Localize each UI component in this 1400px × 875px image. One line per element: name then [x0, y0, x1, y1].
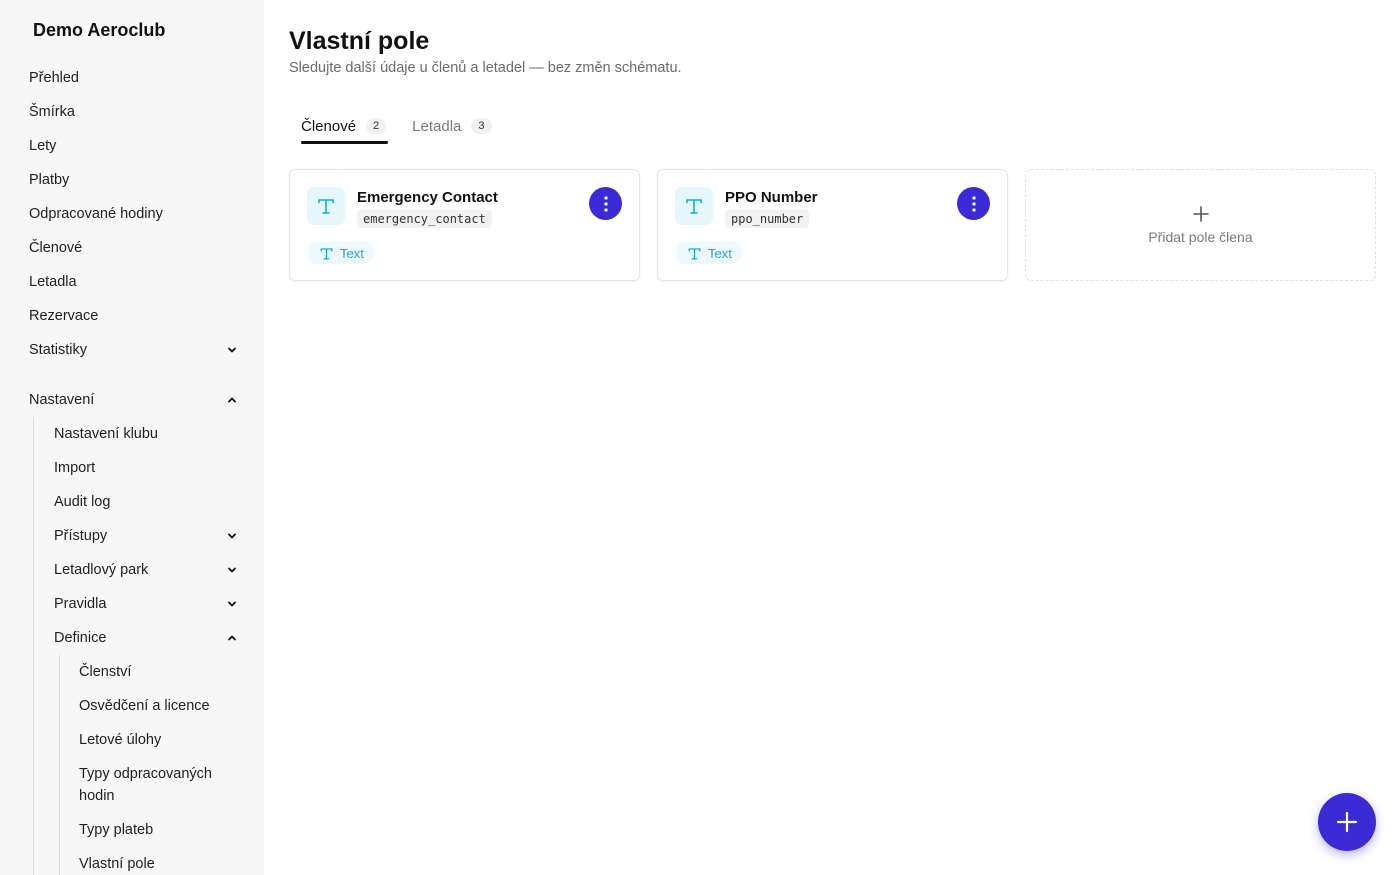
field-menu-button[interactable]	[957, 187, 990, 220]
page-subtitle: Sledujte další údaje u členů a letadel —…	[289, 60, 682, 76]
field-type-label: Text	[340, 245, 364, 261]
more-vertical-icon	[603, 195, 608, 212]
page-title: Vlastní pole	[289, 27, 430, 55]
sidebar-item-label: Nastavení klubu	[54, 426, 158, 442]
sidebar-item-nastaveni[interactable]: Nastavení	[0, 383, 264, 417]
sidebar-item-prehled[interactable]: Přehled	[0, 61, 264, 95]
tab-count-badge: 3	[471, 118, 492, 134]
field-type-label: Text	[708, 245, 732, 261]
sidebar-item-nastaveni-klubu[interactable]: Nastavení klubu	[0, 417, 264, 451]
field-name: Emergency Contact	[357, 189, 498, 206]
field-key: ppo_number	[725, 210, 810, 228]
sidebar-item-label: Nastavení	[29, 392, 95, 408]
sidebar-item-label: Přehled	[29, 70, 79, 86]
chevron-down-icon	[224, 596, 240, 612]
tab-letadla[interactable]: Letadla 3	[412, 108, 492, 144]
add-field-fab[interactable]	[1318, 793, 1376, 851]
sidebar-item-platby[interactable]: Platby	[0, 163, 264, 197]
sidebar-item-label: Import	[54, 460, 96, 476]
tab-label: Členové	[301, 117, 357, 135]
sidebar-item-label: Letadla	[29, 274, 77, 290]
chevron-down-icon	[224, 562, 240, 578]
sidebar-item-label: Rezervace	[29, 308, 99, 324]
plus-icon	[1192, 206, 1209, 222]
sidebar-item-label: Přístupy	[54, 528, 108, 544]
sidebar-item-label: Vlastní pole	[79, 856, 155, 872]
brand-name: Demo Aeroclub	[33, 20, 166, 40]
add-field-label: Přidat pole člena	[1148, 229, 1253, 245]
field-card-ppo-number[interactable]: PPO Number ppo_number Text	[657, 169, 1008, 281]
field-card-emergency-contact[interactable]: Emergency Contact emergency_contact Text	[289, 169, 640, 281]
sidebar-item-label: Audit log	[54, 494, 111, 510]
sidebar-item-label: Šmírka	[29, 104, 75, 120]
sidebar-item-odpracovane-hodiny[interactable]: Odpracované hodiny	[0, 197, 264, 231]
sidebar-item-pravidla[interactable]: Pravidla	[0, 587, 264, 621]
field-name: PPO Number	[725, 189, 818, 206]
definitions-submenu: Členství Osvědčení a licence Letové úloh…	[0, 655, 264, 875]
text-type-icon	[320, 247, 333, 259]
sidebar-item-definice[interactable]: Definice	[0, 621, 264, 655]
tab-label: Letadla	[412, 117, 462, 135]
tab-clenove[interactable]: Členové 2	[301, 108, 389, 144]
sidebar: Demo Aeroclub Přehled Šmírka Lety Platby…	[0, 0, 264, 875]
sidebar-item-typy-plateb[interactable]: Typy plateb	[0, 813, 264, 847]
sidebar-item-statistiky[interactable]: Statistiky	[0, 333, 264, 367]
sidebar-item-label: Lety	[29, 138, 57, 154]
sidebar-item-label: Typy odpracovaných hodin	[79, 766, 212, 804]
sidebar-item-rezervace[interactable]: Rezervace	[0, 299, 264, 333]
sidebar-item-label: Platby	[29, 172, 70, 188]
sidebar-item-audit-log[interactable]: Audit log	[0, 485, 264, 519]
sidebar-item-clenstvi[interactable]: Členství	[0, 655, 264, 689]
sidebar-item-label: Členové	[29, 240, 83, 256]
text-type-icon	[307, 187, 345, 225]
chevron-down-icon	[224, 528, 240, 544]
more-vertical-icon	[971, 195, 976, 212]
field-menu-button[interactable]	[589, 187, 622, 220]
app-root: Demo Aeroclub Přehled Šmírka Lety Platby…	[0, 0, 1400, 875]
sidebar-item-label: Definice	[54, 630, 107, 646]
sidebar-nav: Přehled Šmírka Lety Platby Odpracované h…	[0, 61, 264, 875]
chevron-up-icon	[224, 630, 240, 646]
sidebar-item-label: Odpracované hodiny	[29, 206, 163, 222]
sidebar-item-label: Osvědčení a licence	[79, 698, 210, 714]
sidebar-item-label: Pravidla	[54, 596, 107, 612]
sidebar-item-typy-odpracovanych-hodin[interactable]: Typy odpracovaných hodin	[0, 757, 264, 813]
field-cards: Emergency Contact emergency_contact Text…	[289, 169, 1376, 281]
sidebar-item-label: Typy plateb	[79, 822, 154, 838]
sidebar-item-smirka[interactable]: Šmírka	[0, 95, 264, 129]
text-type-icon	[688, 247, 701, 259]
text-type-icon	[675, 187, 713, 225]
sidebar-item-letove-ulohy[interactable]: Letové úlohy	[0, 723, 264, 757]
settings-submenu: Nastavení klubu Import Audit log Přístup…	[0, 417, 264, 875]
sidebar-item-letadla[interactable]: Letadla	[0, 265, 264, 299]
plus-icon	[1336, 811, 1358, 833]
chevron-down-icon	[224, 342, 240, 358]
add-member-field-button[interactable]: Přidat pole člena	[1025, 169, 1376, 281]
sidebar-item-import[interactable]: Import	[0, 451, 264, 485]
chevron-up-icon	[224, 392, 240, 408]
sidebar-item-osvedceni-a-licence[interactable]: Osvědčení a licence	[0, 689, 264, 723]
sidebar-item-clenove[interactable]: Členové	[0, 231, 264, 265]
sidebar-item-letadlovy-park[interactable]: Letadlový park	[0, 553, 264, 587]
sidebar-item-label: Členství	[79, 664, 132, 680]
sidebar-item-label: Letové úlohy	[79, 732, 162, 748]
tab-count-badge: 2	[366, 118, 387, 134]
sidebar-item-label: Letadlový park	[54, 562, 149, 578]
sidebar-item-lety[interactable]: Lety	[0, 129, 264, 163]
field-type-badge: Text	[307, 242, 374, 264]
tabs: Členové 2 Letadla 3	[301, 108, 492, 144]
sidebar-item-label: Statistiky	[29, 342, 88, 358]
main-content: Vlastní pole Sledujte další údaje u člen…	[264, 0, 1400, 875]
field-key: emergency_contact	[357, 210, 492, 228]
sidebar-item-vlastni-pole[interactable]: Vlastní pole	[0, 847, 264, 875]
field-type-badge: Text	[675, 242, 742, 264]
sidebar-item-pristupy[interactable]: Přístupy	[0, 519, 264, 553]
